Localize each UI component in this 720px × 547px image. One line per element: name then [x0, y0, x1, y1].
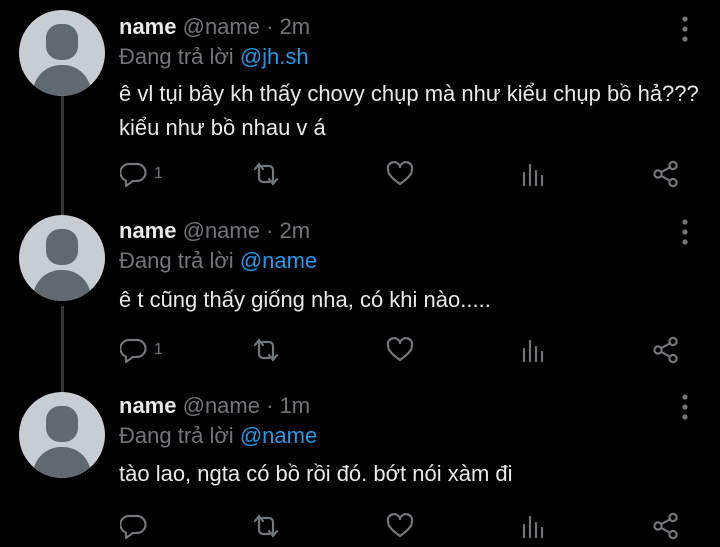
retweet-icon: [251, 337, 281, 363]
tweet-text: ê t cũng thấy giống nha, có khi nào.....: [119, 287, 491, 312]
retweet-button[interactable]: [251, 160, 281, 188]
user-handle[interactable]: @name: [183, 218, 260, 243]
share-icon: [652, 160, 680, 188]
avatar[interactable]: [19, 215, 105, 301]
analytics-button[interactable]: [521, 160, 545, 188]
timestamp[interactable]: 2m: [280, 14, 311, 39]
retweet-icon: [251, 513, 281, 539]
tweet-header: name @name · 2m: [119, 13, 310, 41]
reply-context: Đang trả lời @name: [119, 422, 317, 450]
tweet-text: tào lao, ngta có bồ rồi đó. bớt nói xàm …: [119, 461, 513, 486]
user-handle[interactable]: @name: [183, 14, 260, 39]
reply-button[interactable]: 1: [120, 160, 163, 188]
analytics-button[interactable]: [521, 336, 545, 364]
like-button[interactable]: [386, 336, 414, 364]
separator: ·: [266, 14, 274, 39]
retweet-button[interactable]: [251, 512, 281, 540]
share-button[interactable]: [652, 512, 680, 540]
timestamp[interactable]: 1m: [280, 393, 311, 418]
reply-count: 1: [154, 341, 163, 358]
reply-prefix: Đang trả lời: [119, 423, 234, 448]
reply-button[interactable]: [120, 512, 154, 540]
retweet-button[interactable]: [251, 336, 281, 364]
analytics-icon: [521, 513, 545, 539]
timestamp[interactable]: 2m: [280, 218, 311, 243]
like-button[interactable]: [386, 512, 414, 540]
reply-icon: [120, 161, 147, 187]
reply-context: Đang trả lời @name: [119, 247, 317, 275]
user-handle[interactable]: @name: [183, 393, 260, 418]
reply-mention-link[interactable]: @name: [240, 423, 317, 448]
more-vertical-icon[interactable]: [676, 14, 694, 46]
analytics-button[interactable]: [521, 512, 545, 540]
reply-count: 1: [154, 165, 163, 182]
tweet-text: ê vl tụi bây kh thấy chovy chụp mà như k…: [119, 81, 699, 140]
like-icon: [386, 337, 414, 363]
more-vertical-icon[interactable]: [676, 217, 694, 249]
share-icon: [652, 336, 680, 364]
tweet[interactable]: name @name · 1m Đang trả lời @name tào l…: [0, 382, 720, 547]
reply-mention-link[interactable]: @jh.sh: [240, 44, 309, 69]
display-name[interactable]: name: [119, 218, 176, 243]
reply-context: Đang trả lời @jh.sh: [119, 43, 309, 71]
share-button[interactable]: [652, 336, 680, 364]
like-icon: [386, 513, 414, 539]
like-button[interactable]: [386, 160, 414, 188]
reply-prefix: Đang trả lời: [119, 248, 234, 273]
reply-icon: [120, 513, 147, 539]
reply-button[interactable]: 1: [120, 336, 163, 364]
display-name[interactable]: name: [119, 14, 176, 39]
avatar[interactable]: [19, 392, 105, 478]
tweet[interactable]: name @name · 2m Đang trả lời @name ê t c…: [0, 205, 720, 385]
reply-icon: [120, 337, 147, 363]
tweet[interactable]: name @name · 2m Đang trả lời @jh.sh ê vl…: [0, 0, 720, 200]
share-button[interactable]: [652, 160, 680, 188]
tweet-header: name @name · 1m: [119, 392, 310, 420]
reply-mention-link[interactable]: @name: [240, 248, 317, 273]
reply-prefix: Đang trả lời: [119, 44, 234, 69]
separator: ·: [266, 393, 274, 418]
share-icon: [652, 512, 680, 540]
analytics-icon: [521, 161, 545, 187]
avatar[interactable]: [19, 10, 105, 96]
retweet-icon: [251, 161, 281, 187]
analytics-icon: [521, 337, 545, 363]
like-icon: [386, 161, 414, 187]
tweet-header: name @name · 2m: [119, 217, 310, 245]
display-name[interactable]: name: [119, 393, 176, 418]
more-vertical-icon[interactable]: [676, 392, 694, 424]
separator: ·: [266, 218, 274, 243]
